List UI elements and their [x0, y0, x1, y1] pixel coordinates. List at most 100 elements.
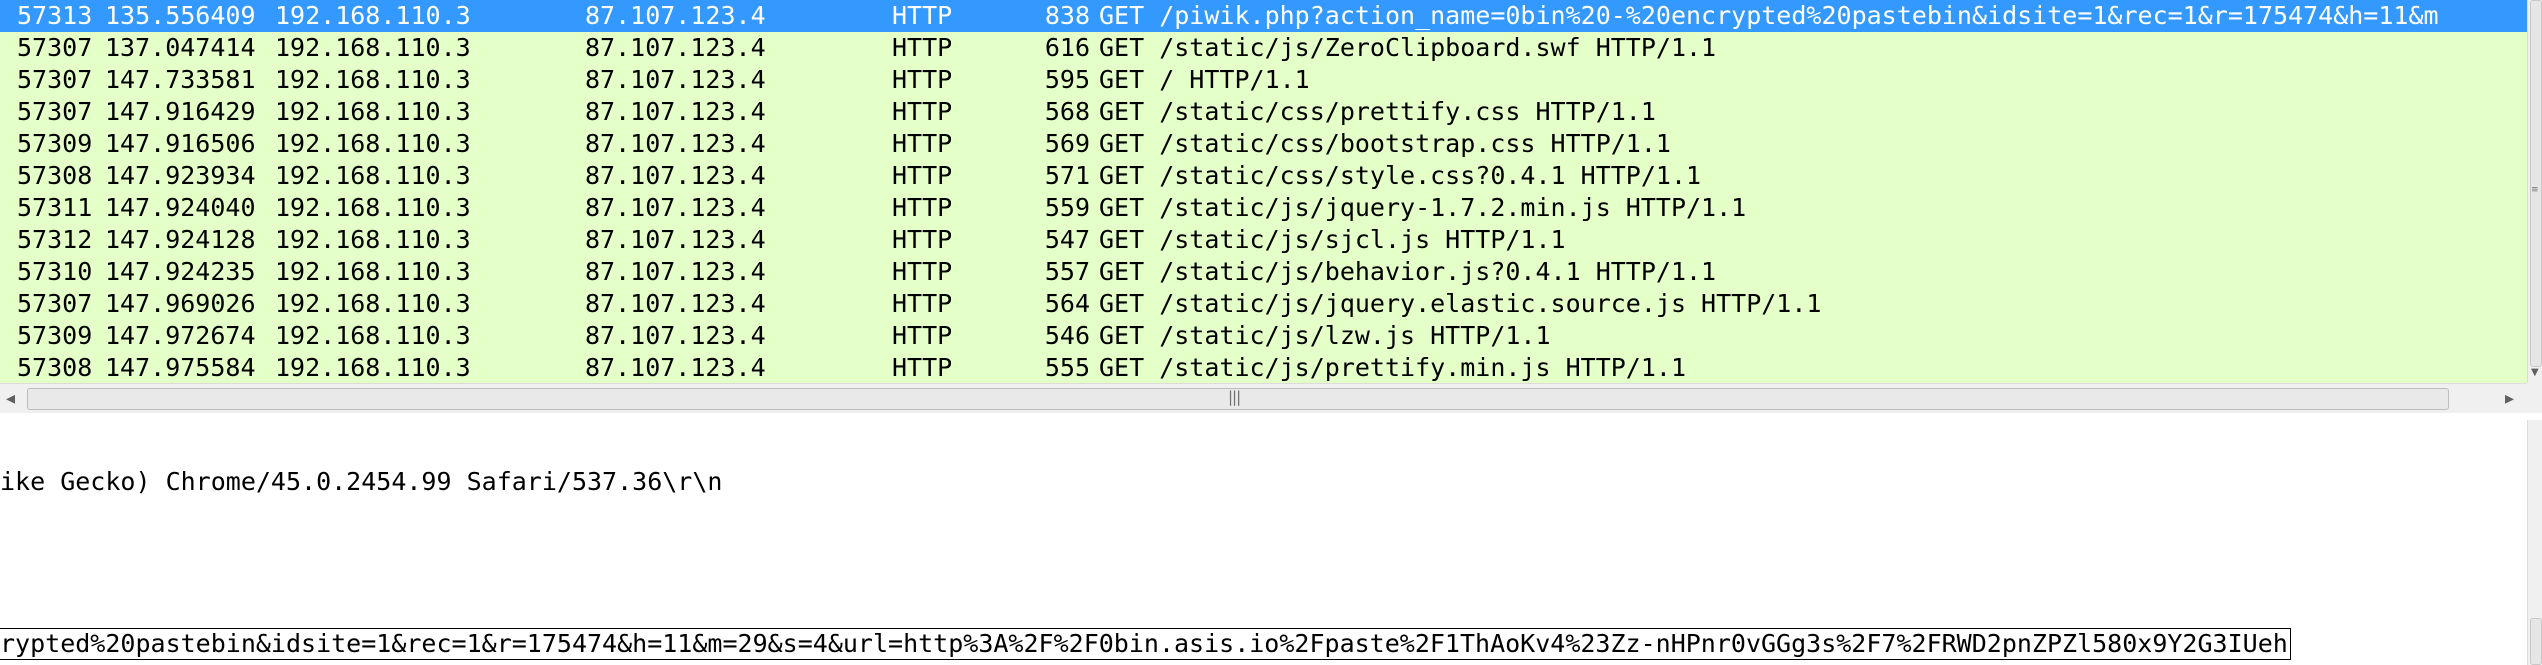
- cell-time: 137.047414: [105, 33, 256, 62]
- cell-protocol: HTTP: [892, 353, 953, 382]
- cell-info: GET /piwik.php?action_name=0bin%20-%20en…: [1099, 1, 2439, 30]
- scroll-grip-icon: |||: [1228, 388, 1241, 406]
- packet-row[interactable]: 57307 147.733581 192.168.110.3 87.107.123.4…: [0, 64, 2527, 96]
- cell-time: 147.972674: [105, 321, 256, 350]
- cell-time: 147.916506: [105, 129, 256, 158]
- cell-protocol: HTTP: [892, 321, 953, 350]
- cell-info: GET / HTTP/1.1: [1099, 65, 1310, 94]
- cell-time: 147.969026: [105, 289, 256, 318]
- cell-length: 546: [1044, 321, 1090, 350]
- cell-tcp-stream: 57312: [17, 225, 93, 254]
- cell-time: 147.733581: [105, 65, 256, 94]
- scrollbar-corner: [2527, 383, 2542, 413]
- cell-protocol: HTTP: [892, 1, 953, 30]
- cell-destination: 87.107.123.4: [585, 161, 766, 190]
- cell-tcp-stream: 57311: [17, 193, 93, 222]
- cell-destination: 87.107.123.4: [585, 289, 766, 318]
- cell-length: 559: [1044, 193, 1090, 222]
- packet-row[interactable]: 57309 147.916506 192.168.110.3 87.107.123.4…: [0, 128, 2527, 160]
- cell-source: 192.168.110.3: [275, 161, 471, 190]
- cell-info: GET /static/js/prettify.min.js HTTP/1.1: [1099, 353, 1686, 382]
- cell-time: 147.916429: [105, 97, 256, 126]
- cell-tcp-stream: 57307: [17, 97, 93, 126]
- packet-row[interactable]: 57307 147.969026 192.168.110.3 87.107.123.4…: [0, 288, 2527, 320]
- cell-time: 147.924235: [105, 257, 256, 286]
- cell-time: 135.556409: [105, 1, 256, 30]
- cell-length: 616: [1044, 33, 1090, 62]
- cell-length: 547: [1044, 225, 1090, 254]
- cell-source: 192.168.110.3: [275, 33, 471, 62]
- packet-details-pane[interactable]: ike Gecko) Chrome/45.0.2454.99 Safari/53…: [0, 420, 2527, 665]
- packet-list-vertical-scroll-thumb[interactable]: [2530, 0, 2542, 367]
- cell-length: 568: [1044, 97, 1090, 126]
- pane-splitter[interactable]: [0, 413, 2542, 420]
- cell-destination: 87.107.123.4: [585, 97, 766, 126]
- cell-time: 147.924128: [105, 225, 256, 254]
- cell-tcp-stream: 57307: [17, 289, 93, 318]
- cell-protocol: HTTP: [892, 65, 953, 94]
- packet-row[interactable]: 57309 147.972674 192.168.110.3 87.107.123.4…: [0, 320, 2527, 352]
- packet-row[interactable]: 57311 147.924040 192.168.110.3 87.107.123.4…: [0, 192, 2527, 224]
- cell-destination: 87.107.123.4: [585, 33, 766, 62]
- cell-destination: 87.107.123.4: [585, 257, 766, 286]
- cell-protocol: HTTP: [892, 193, 953, 222]
- cell-destination: 87.107.123.4: [585, 65, 766, 94]
- scroll-down-arrow-icon[interactable]: ▼: [2531, 367, 2539, 378]
- cell-length: 569: [1044, 129, 1090, 158]
- detail-user-agent-line[interactable]: ike Gecko) Chrome/45.0.2454.99 Safari/53…: [0, 466, 722, 498]
- cell-protocol: HTTP: [892, 33, 953, 62]
- packet-row[interactable]: 57308 147.975584 192.168.110.3 87.107.123.4…: [0, 352, 2527, 383]
- cell-protocol: HTTP: [892, 161, 953, 190]
- scroll-grip-icon: ≡: [2531, 185, 2539, 195]
- cell-tcp-stream: 57307: [17, 33, 93, 62]
- packet-row[interactable]: 57312 147.924128 192.168.110.3 87.107.123.4…: [0, 224, 2527, 256]
- cell-info: GET /static/js/jquery-1.7.2.min.js HTTP/…: [1099, 193, 1747, 222]
- cell-info: GET /static/js/jquery.elastic.source.js …: [1099, 289, 1822, 318]
- cell-source: 192.168.110.3: [275, 65, 471, 94]
- packet-list-horizontal-scroll-thumb[interactable]: |||: [27, 388, 2449, 410]
- cell-source: 192.168.110.3: [275, 1, 471, 30]
- cell-length: 595: [1044, 65, 1090, 94]
- cell-length: 557: [1044, 257, 1090, 286]
- cell-info: GET /static/css/bootstrap.css HTTP/1.1: [1099, 129, 1671, 158]
- details-vertical-scroll-thumb[interactable]: [2530, 618, 2542, 665]
- cell-destination: 87.107.123.4: [585, 225, 766, 254]
- cell-destination: 87.107.123.4: [585, 129, 766, 158]
- cell-protocol: HTTP: [892, 289, 953, 318]
- packet-row[interactable]: 57307 137.047414 192.168.110.3 87.107.123.4…: [0, 32, 2527, 64]
- cell-source: 192.168.110.3: [275, 353, 471, 382]
- packet-row[interactable]: 57313 135.556409 192.168.110.3 87.107.123.4…: [0, 0, 2527, 32]
- cell-source: 192.168.110.3: [275, 129, 471, 158]
- cell-destination: 87.107.123.4: [585, 193, 766, 222]
- cell-source: 192.168.110.3: [275, 97, 471, 126]
- cell-time: 147.923934: [105, 161, 256, 190]
- cell-protocol: HTTP: [892, 97, 953, 126]
- cell-tcp-stream: 57308: [17, 161, 93, 190]
- cell-info: GET /static/css/style.css?0.4.1 HTTP/1.1: [1099, 161, 1702, 190]
- packet-list-vertical-scrollbar[interactable]: ≡ ▼: [2527, 0, 2542, 383]
- cell-info: GET /static/js/behavior.js?0.4.1 HTTP/1.…: [1099, 257, 1717, 286]
- cell-tcp-stream: 57308: [17, 353, 93, 382]
- cell-source: 192.168.110.3: [275, 321, 471, 350]
- packet-row[interactable]: 57310 147.924235 192.168.110.3 87.107.123.4…: [0, 256, 2527, 288]
- cell-info: GET /static/js/ZeroClipboard.swf HTTP/1.…: [1099, 33, 1717, 62]
- scroll-right-arrow-icon[interactable]: ▸: [2505, 388, 2514, 409]
- packet-list-horizontal-scrollbar[interactable]: ◂ ||| ▸: [0, 383, 2527, 415]
- cell-source: 192.168.110.3: [275, 225, 471, 254]
- details-vertical-scrollbar[interactable]: [2527, 420, 2542, 665]
- cell-tcp-stream: 57309: [17, 321, 93, 350]
- cell-info: GET /static/css/prettify.css HTTP/1.1: [1099, 97, 1656, 126]
- cell-tcp-stream: 57307: [17, 65, 93, 94]
- cell-info: GET /static/js/lzw.js HTTP/1.1: [1099, 321, 1551, 350]
- cell-source: 192.168.110.3: [275, 193, 471, 222]
- detail-request-uri-line[interactable]: rypted%20pastebin&idsite=1&rec=1&r=17547…: [0, 628, 2291, 660]
- packet-list[interactable]: 57313 135.556409 192.168.110.3 87.107.123.4…: [0, 0, 2527, 383]
- cell-length: 555: [1044, 353, 1090, 382]
- cell-destination: 87.107.123.4: [585, 1, 766, 30]
- cell-info: GET /static/js/sjcl.js HTTP/1.1: [1099, 225, 1566, 254]
- cell-tcp-stream: 57313: [17, 1, 93, 30]
- scroll-left-arrow-icon[interactable]: ◂: [6, 388, 15, 409]
- cell-tcp-stream: 57310: [17, 257, 93, 286]
- packet-row[interactable]: 57307 147.916429 192.168.110.3 87.107.123.4…: [0, 96, 2527, 128]
- packet-row[interactable]: 57308 147.923934 192.168.110.3 87.107.123.4…: [0, 160, 2527, 192]
